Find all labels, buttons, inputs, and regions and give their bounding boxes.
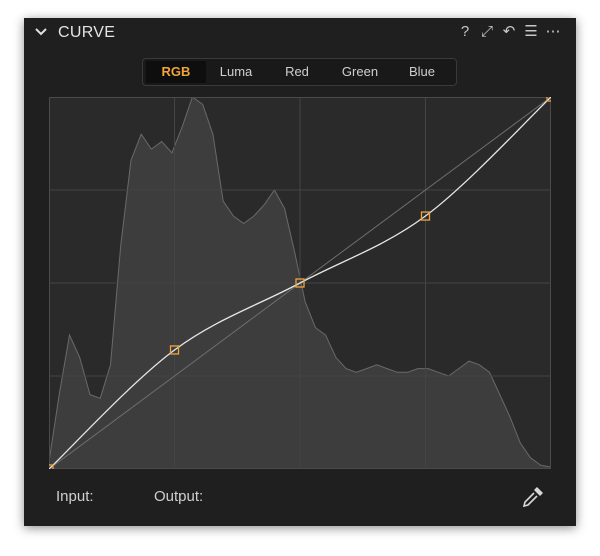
tab-rgb[interactable]: RGB bbox=[146, 61, 206, 83]
menu-icon[interactable]: ☰ bbox=[522, 23, 540, 41]
help-icon[interactable]: ? bbox=[456, 23, 474, 41]
curve-graph[interactable] bbox=[49, 97, 551, 469]
curve-panel: CURVE ? ⤢ ↶ ☰ ⋯ RGB Luma Red Green Blue bbox=[24, 18, 576, 526]
header-toolbar: ? ⤢ ↶ ☰ ⋯ bbox=[456, 23, 566, 43]
tab-blue[interactable]: Blue bbox=[392, 61, 452, 83]
more-icon[interactable]: ⋯ bbox=[544, 23, 562, 41]
input-value bbox=[108, 491, 140, 505]
tab-green[interactable]: Green bbox=[328, 61, 392, 83]
output-label: Output: bbox=[154, 488, 204, 505]
chevron-down-icon[interactable] bbox=[33, 24, 49, 40]
eyedropper-icon[interactable] bbox=[520, 484, 546, 510]
expand-icon[interactable]: ⤢ bbox=[478, 23, 496, 41]
tab-red[interactable]: Red bbox=[266, 61, 328, 83]
input-label: Input: bbox=[56, 488, 94, 505]
panel-title: CURVE bbox=[58, 24, 116, 41]
panel-header: CURVE ? ⤢ ↶ ☰ ⋯ bbox=[24, 18, 576, 48]
channel-tabs: RGB Luma Red Green Blue bbox=[142, 58, 457, 86]
reset-icon[interactable]: ↶ bbox=[500, 23, 518, 41]
output-value bbox=[218, 491, 250, 505]
tab-luma[interactable]: Luma bbox=[206, 61, 266, 83]
